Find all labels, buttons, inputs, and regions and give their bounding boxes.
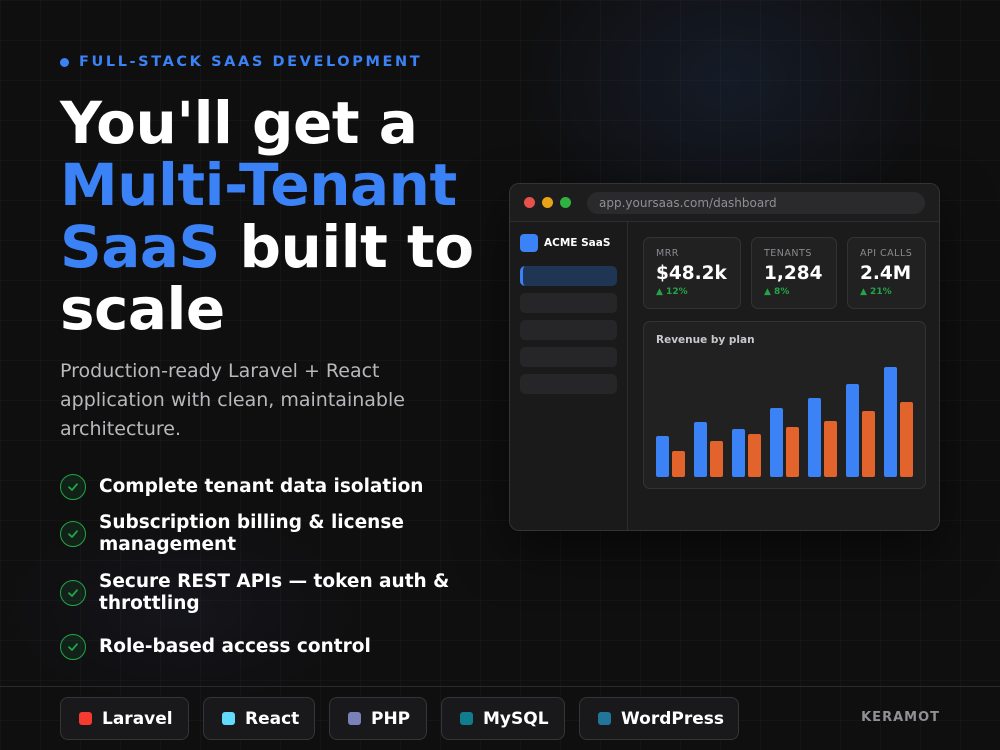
headline: You'll get a Multi-Tenant SaaS built to … bbox=[60, 92, 500, 340]
chart-bar-series-2 bbox=[748, 434, 761, 477]
stat-delta: ▲ 12% bbox=[656, 287, 688, 297]
tech-pill-label: WordPress bbox=[621, 708, 724, 729]
chart-bar-series-1 bbox=[884, 367, 897, 477]
tech-pill-label: PHP bbox=[371, 708, 411, 729]
tech-pill-react: React bbox=[203, 697, 315, 740]
tech-pill-php: PHP bbox=[329, 697, 427, 740]
feature-item: Role-based access control bbox=[60, 634, 479, 660]
credit: KERAMOT bbox=[861, 710, 940, 725]
chart-bar-series-2 bbox=[824, 421, 837, 477]
dashboard-sidebar: ACME SaaS bbox=[510, 222, 628, 530]
address-bar[interactable]: app.yoursaas.com/dashboard bbox=[587, 191, 925, 214]
minimize-window-icon[interactable] bbox=[542, 197, 553, 208]
eyebrow-text: FULL-STACK SAAS DEVELOPMENT bbox=[79, 54, 423, 70]
headline-line-4: scale bbox=[60, 275, 225, 343]
chart-bar-series-2 bbox=[862, 411, 875, 477]
mysql-icon bbox=[460, 712, 473, 725]
browser-titlebar: app.yoursaas.com/dashboard bbox=[510, 184, 939, 222]
sidebar-item[interactable] bbox=[520, 293, 617, 313]
chart-bar-series-2 bbox=[900, 402, 913, 477]
feature-item: Complete tenant data isolation bbox=[60, 474, 479, 500]
wordpress-icon bbox=[598, 712, 611, 725]
stat-card-api-calls: API CALLS 2.4M ▲ 21% bbox=[847, 237, 926, 309]
eyebrow-dot-icon bbox=[60, 57, 69, 67]
chart-bar-series-1 bbox=[846, 384, 859, 477]
stat-value: $48.2k bbox=[656, 263, 727, 284]
sidebar-item[interactable] bbox=[520, 374, 617, 394]
check-icon bbox=[60, 634, 86, 660]
chart-bar-series-1 bbox=[694, 422, 707, 477]
close-window-icon[interactable] bbox=[524, 197, 535, 208]
brand-logo-icon bbox=[520, 234, 538, 252]
headline-line-1: You'll get a bbox=[60, 89, 418, 157]
tech-pill-label: MySQL bbox=[483, 708, 549, 729]
chart-bar-series-2 bbox=[786, 427, 799, 477]
maximize-window-icon[interactable] bbox=[560, 197, 571, 208]
sidebar-item-active[interactable] bbox=[520, 266, 617, 286]
feature-text: Subscription billing & license managemen… bbox=[99, 512, 404, 555]
chart-bar-series-1 bbox=[808, 398, 821, 477]
check-icon bbox=[60, 580, 86, 606]
browser-mockup: app.yoursaas.com/dashboard ACME SaaS MRR… bbox=[509, 183, 940, 531]
headline-line-2: Multi-Tenant bbox=[60, 151, 457, 219]
subtitle: Production-ready Laravel + React applica… bbox=[60, 360, 405, 440]
tech-pill-mysql: MySQL bbox=[441, 697, 565, 740]
stat-value: 2.4M bbox=[860, 263, 912, 284]
feature-item: Subscription billing & license managemen… bbox=[60, 512, 479, 556]
stat-card-mrr: MRR $48.2k ▲ 12% bbox=[643, 237, 741, 309]
revenue-bar-chart bbox=[656, 367, 913, 477]
check-icon bbox=[60, 521, 86, 547]
php-icon bbox=[348, 712, 361, 725]
check-icon bbox=[60, 474, 86, 500]
brand: ACME SaaS bbox=[520, 234, 610, 252]
brand-name: ACME SaaS bbox=[544, 237, 611, 249]
chart-bar-series-1 bbox=[770, 408, 783, 477]
headline-line-3-rest: built to bbox=[219, 213, 475, 281]
stat-card-tenants: TENANTS 1,284 ▲ 8% bbox=[751, 237, 837, 309]
eyebrow: FULL-STACK SAAS DEVELOPMENT bbox=[60, 54, 422, 70]
stat-label: MRR bbox=[656, 248, 679, 259]
revenue-chart-card: Revenue by plan bbox=[643, 321, 926, 489]
feature-item: Secure REST APIs — token auth & throttli… bbox=[60, 571, 479, 615]
feature-text: Complete tenant data isolation bbox=[99, 476, 424, 497]
react-icon bbox=[222, 712, 235, 725]
stat-label: TENANTS bbox=[764, 248, 812, 259]
headline-line-3: SaaS built to bbox=[60, 216, 500, 278]
stat-delta: ▲ 21% bbox=[860, 287, 892, 297]
chart-bar-series-1 bbox=[732, 429, 745, 477]
headline-line-3-accent: SaaS bbox=[60, 213, 220, 281]
feature-text: Secure REST APIs — token auth & throttli… bbox=[99, 571, 450, 614]
stat-label: API CALLS bbox=[860, 248, 913, 259]
sidebar-item[interactable] bbox=[520, 347, 617, 367]
chart-bar-series-1 bbox=[656, 436, 669, 477]
laravel-icon bbox=[79, 712, 92, 725]
footer-divider bbox=[0, 686, 1000, 687]
tech-pill-label: React bbox=[245, 708, 300, 729]
chart-bar-series-2 bbox=[710, 441, 723, 477]
feature-text: Role-based access control bbox=[99, 636, 371, 657]
stat-value: 1,284 bbox=[764, 263, 823, 284]
sidebar-item[interactable] bbox=[520, 320, 617, 340]
tech-pill-label: Laravel bbox=[102, 708, 173, 729]
stat-delta: ▲ 8% bbox=[764, 287, 790, 297]
dashboard: ACME SaaS MRR $48.2k ▲ 12% TENANTS 1,284… bbox=[510, 222, 939, 530]
tech-pill-laravel: Laravel bbox=[60, 697, 189, 740]
chart-bar-series-2 bbox=[672, 451, 685, 477]
tech-pill-wordpress: WordPress bbox=[579, 697, 739, 740]
